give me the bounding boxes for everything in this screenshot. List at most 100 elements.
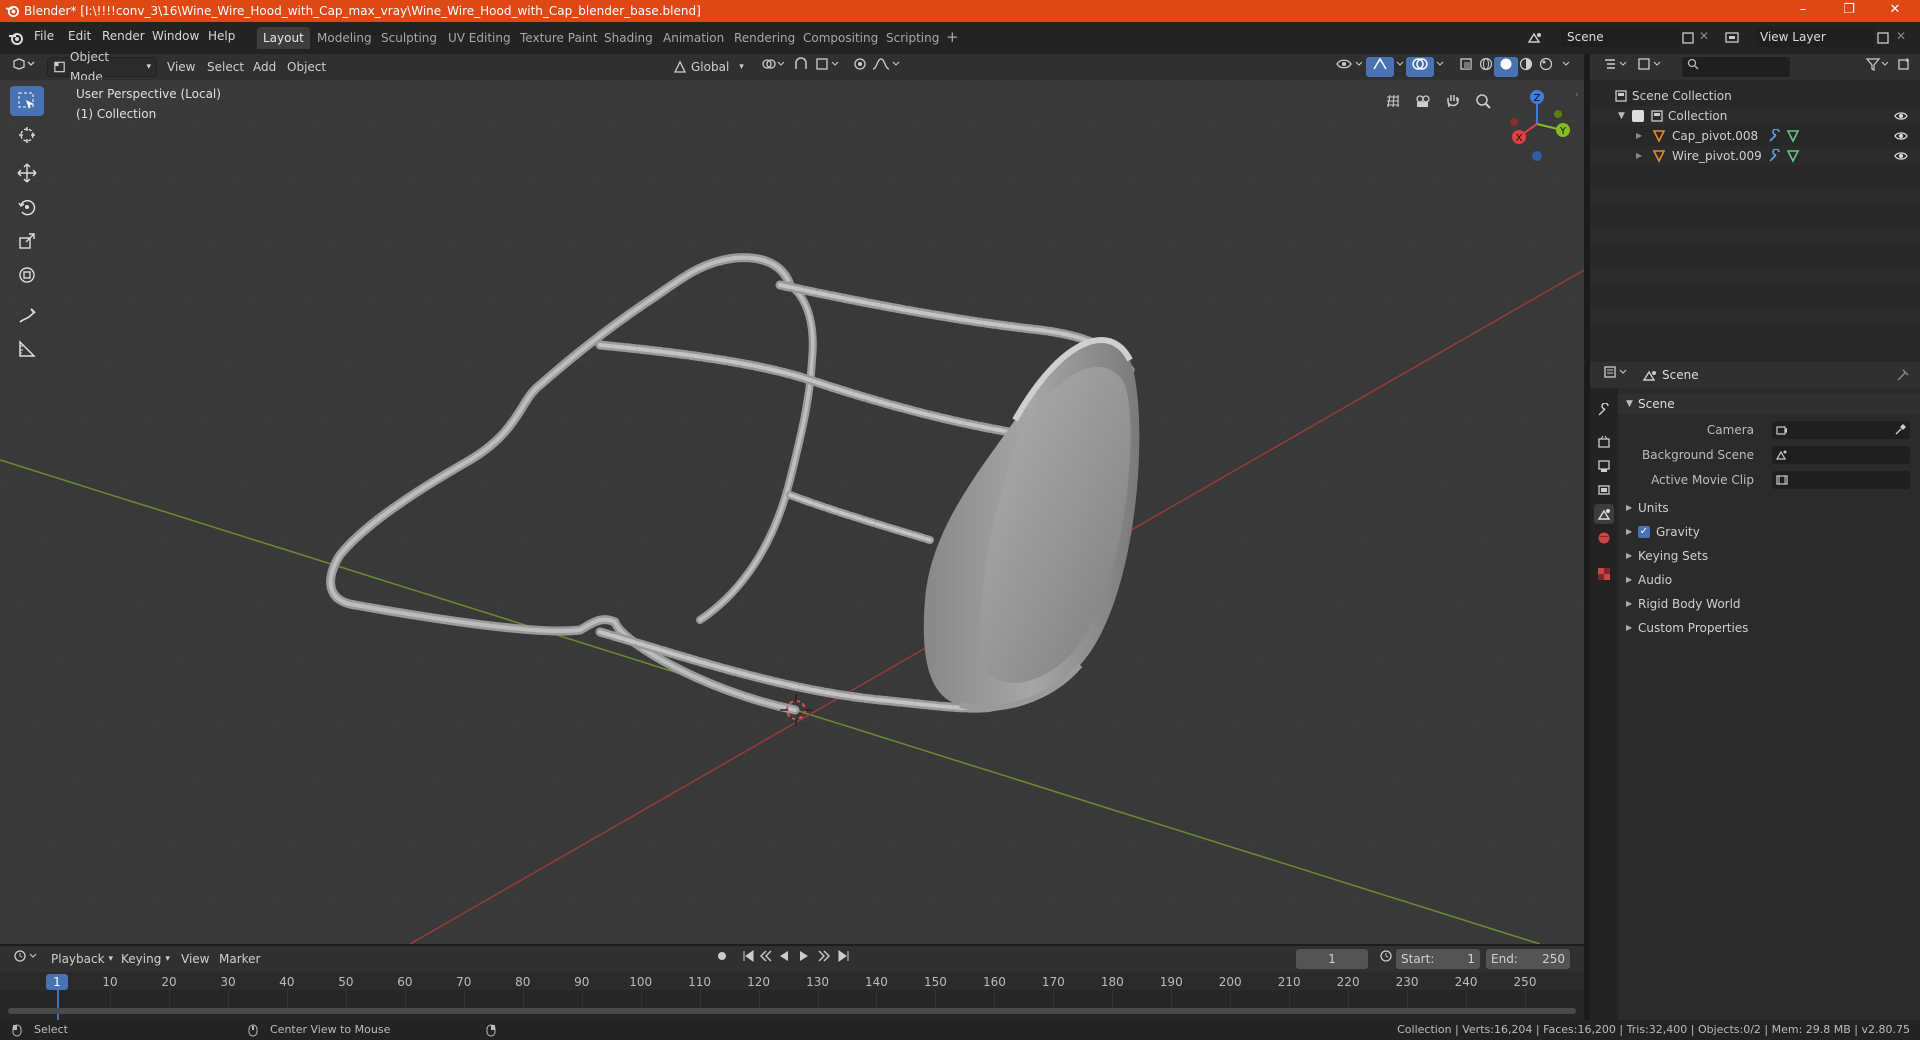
gizmo-neg-y-axis[interactable] [1554,110,1562,118]
delete-scene-icon[interactable]: ✕ [1699,29,1709,43]
menu-render[interactable]: Render [102,29,145,43]
restore-button[interactable]: ❐ [1826,0,1872,22]
snap-target-icon[interactable] [810,57,846,77]
outliner-row-scene-collection[interactable]: Scene Collection [1590,86,1920,106]
keying-sets-section[interactable]: ▶ Keying Sets [1618,546,1920,566]
viewport-menu-object[interactable]: Object [282,57,331,77]
transform-orientation-dropdown[interactable]: Global ▾ [668,57,749,77]
menu-edit[interactable]: Edit [68,29,91,43]
active-movie-clip-field[interactable] [1772,471,1910,489]
visibility-selectability-icon[interactable] [1330,57,1370,77]
toggle-grid-icon[interactable] [1380,88,1406,114]
filter-icon[interactable] [1860,57,1896,77]
delete-view-layer-icon[interactable]: ✕ [1896,29,1906,43]
tab-animation[interactable]: Animation [657,27,730,49]
mesh-data-icon[interactable] [1786,149,1800,163]
collection-exclude-checkbox[interactable] [1632,110,1644,122]
menu-help[interactable]: Help [208,29,235,43]
outliner-search-input[interactable] [1682,57,1790,77]
zoom-view-icon[interactable] [1470,88,1496,114]
mesh-data-icon[interactable] [1786,129,1800,143]
tab-sculpting[interactable]: Sculpting [375,27,443,49]
modifier-wrench-icon[interactable] [1768,129,1782,143]
view-layer-icon[interactable] [1724,30,1742,46]
timeline-menu-marker[interactable]: Marker [214,949,265,969]
tab-layout[interactable]: Layout [257,27,310,49]
pin-icon[interactable] [1896,368,1910,382]
preview-range-icon[interactable] [1374,949,1398,969]
new-view-layer-icon[interactable] [1876,31,1890,45]
jump-end-button[interactable] [832,949,856,969]
proportional-falloff-icon[interactable] [866,57,906,77]
navigation-gizmo[interactable]: Z Y X [1500,84,1574,164]
new-collection-icon[interactable] [1892,57,1916,77]
tab-uv-editing[interactable]: UV Editing [442,27,517,49]
gravity-section[interactable]: ▶ ✓ Gravity [1618,522,1920,542]
eye-icon[interactable] [1894,130,1908,142]
sidebar-toggle-icon[interactable]: ‹ [1575,90,1579,100]
editor-type-button[interactable] [6,57,42,77]
area-divider[interactable] [1584,54,1590,1020]
units-section[interactable]: ▶ Units [1618,498,1920,518]
timeline-scrollbar[interactable] [8,1008,1576,1014]
viewport-menu-select[interactable]: Select [202,57,249,77]
background-scene-field[interactable] [1772,446,1910,464]
gravity-checkbox[interactable]: ✓ [1638,526,1650,538]
rotate-tool[interactable] [10,192,44,222]
modifier-wrench-icon[interactable] [1768,149,1782,163]
start-frame-field[interactable]: Start: 1 [1396,949,1480,969]
tab-rendering[interactable]: Rendering [728,27,801,49]
tab-texture-paint[interactable]: Texture Paint [514,27,603,49]
menu-window[interactable]: Window [152,29,199,43]
expand-arrow-icon[interactable]: ▶ [1636,126,1642,146]
eye-icon[interactable] [1894,110,1908,122]
gizmo-neg-x-axis[interactable] [1510,118,1518,126]
timeline-menu-view[interactable]: View [176,949,214,969]
render-tab[interactable] [1594,432,1614,452]
scene-tab[interactable] [1594,504,1614,524]
camera-view-icon[interactable] [1410,88,1436,114]
timeline-editor-type-button[interactable] [8,949,44,969]
measure-tool[interactable] [10,334,44,364]
tool-settings-tab[interactable] [1594,400,1614,420]
eye-icon[interactable] [1894,150,1908,162]
texture-tab[interactable] [1594,564,1614,584]
tab-shading[interactable]: Shading [598,27,659,49]
minimize-button[interactable]: – [1780,0,1826,22]
scene-selector[interactable]: Scene [1561,27,1681,47]
gizmo-neg-z-axis[interactable] [1532,151,1542,161]
pivot-point-button[interactable] [755,57,791,77]
record-button[interactable] [710,949,734,969]
rigid-body-world-section[interactable]: ▶ Rigid Body World [1618,594,1920,614]
playback-menu[interactable]: Playback ▾ [46,949,118,969]
world-tab[interactable] [1594,528,1614,548]
cursor-tool[interactable] [10,120,44,150]
audio-section[interactable]: ▶ Audio [1618,570,1920,590]
view-layer-selector[interactable]: View Layer [1756,27,1874,47]
outliner-row-object[interactable]: ▶ Wire_pivot.009 [1590,146,1920,166]
tab-compositing[interactable]: Compositing [797,27,884,49]
end-frame-field[interactable]: End: 250 [1486,949,1570,969]
current-frame-field[interactable]: 1 [1296,949,1368,969]
keying-menu[interactable]: Keying ▾ [116,949,175,969]
expand-arrow-icon[interactable]: ▶ [1636,146,1642,166]
expand-arrow-icon[interactable]: ▼ [1618,106,1625,126]
viewport-menu-add[interactable]: Add [248,57,281,77]
scale-tool[interactable] [10,226,44,256]
3d-viewport[interactable]: User Perspective (Local) (1) Collection … [0,80,1584,944]
new-scene-icon[interactable] [1681,31,1695,45]
close-button[interactable]: ✕ [1872,0,1918,22]
shading-dropdown-icon[interactable] [1556,57,1576,77]
eyedropper-icon[interactable] [1894,424,1906,436]
pan-view-hand-icon[interactable] [1440,88,1466,114]
outliner-row-object[interactable]: ▶ Cap_pivot.008 [1590,126,1920,146]
viewport-menu-view[interactable]: View [162,57,200,77]
outliner-editor-type-button[interactable] [1598,57,1634,77]
outliner-row-collection[interactable]: ▼ Collection [1590,106,1920,126]
move-tool[interactable] [10,158,44,188]
view-layer-tab[interactable] [1594,480,1614,500]
timeline[interactable]: 10 20 30 40 50 60 70 80 90 100 110 120 130 140 150 160 1… [0,972,1584,1020]
shading-rendered-icon[interactable] [1534,57,1558,77]
scene-panel-header[interactable]: ▼ Scene [1618,394,1920,414]
output-tab[interactable] [1594,456,1614,476]
